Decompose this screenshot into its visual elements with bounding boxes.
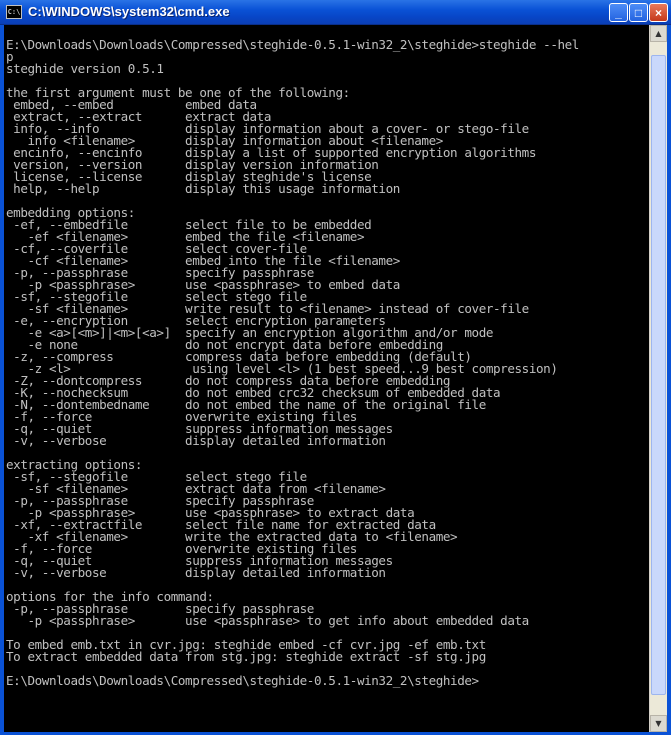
scroll-down-arrow-icon[interactable]: ▼	[650, 715, 667, 732]
maximize-button[interactable]: □	[629, 3, 648, 22]
close-button[interactable]: ×	[649, 3, 668, 22]
title-bar[interactable]: C:\ C:\WINDOWS\system32\cmd.exe _ □ ×	[0, 0, 671, 25]
cmd-icon[interactable]: C:\	[6, 5, 22, 19]
vertical-scrollbar[interactable]: ▲ ▼	[649, 25, 667, 732]
scroll-up-arrow-icon[interactable]: ▲	[650, 25, 667, 42]
console-area[interactable]: E:\Downloads\Downloads\Compressed\steghi…	[4, 25, 649, 732]
window-frame-right	[667, 25, 671, 735]
cmd-window: C:\ C:\WINDOWS\system32\cmd.exe _ □ × E:…	[0, 0, 671, 735]
console-output: E:\Downloads\Downloads\Compressed\steghi…	[6, 37, 579, 688]
window-title: C:\WINDOWS\system32\cmd.exe	[28, 4, 230, 19]
scroll-thumb[interactable]	[651, 55, 666, 695]
minimize-button[interactable]: _	[609, 3, 628, 22]
